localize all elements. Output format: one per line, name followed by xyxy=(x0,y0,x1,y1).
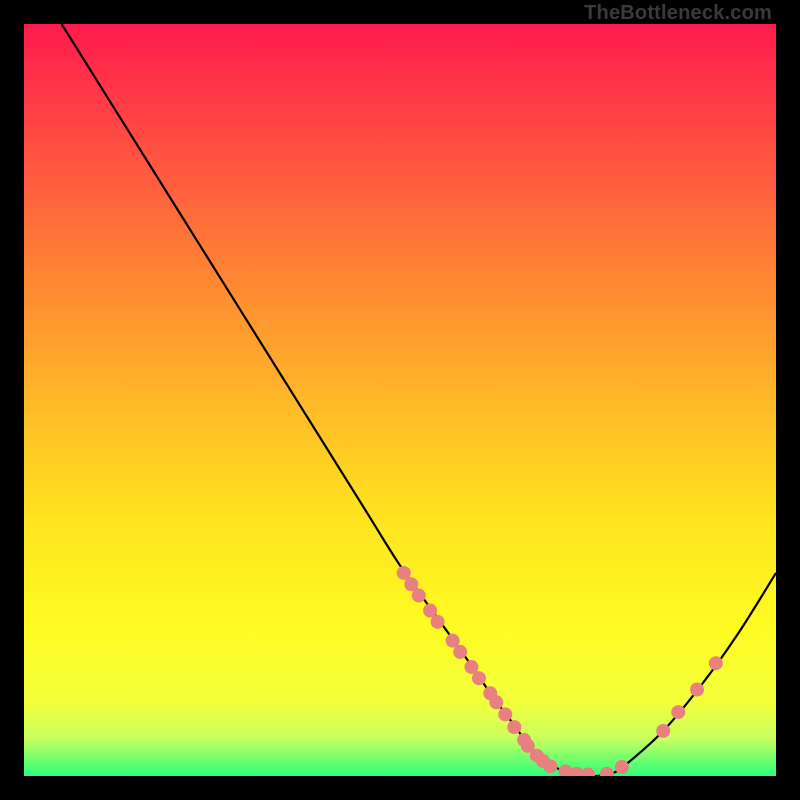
data-point xyxy=(453,645,467,659)
data-point xyxy=(690,683,704,697)
data-point xyxy=(543,759,557,773)
data-point xyxy=(600,767,614,776)
data-point xyxy=(431,615,445,629)
data-point xyxy=(489,695,503,709)
data-point xyxy=(412,589,426,603)
data-point xyxy=(581,767,595,776)
data-point xyxy=(498,707,512,721)
chart-svg xyxy=(24,24,776,776)
chart-plot-area xyxy=(24,24,776,776)
attribution-label: TheBottleneck.com xyxy=(584,2,772,25)
data-point xyxy=(615,760,629,774)
data-point xyxy=(671,705,685,719)
data-point xyxy=(507,720,521,734)
data-point xyxy=(709,656,723,670)
bottleneck-curve xyxy=(62,24,776,776)
data-point xyxy=(656,724,670,738)
data-point xyxy=(472,671,486,685)
